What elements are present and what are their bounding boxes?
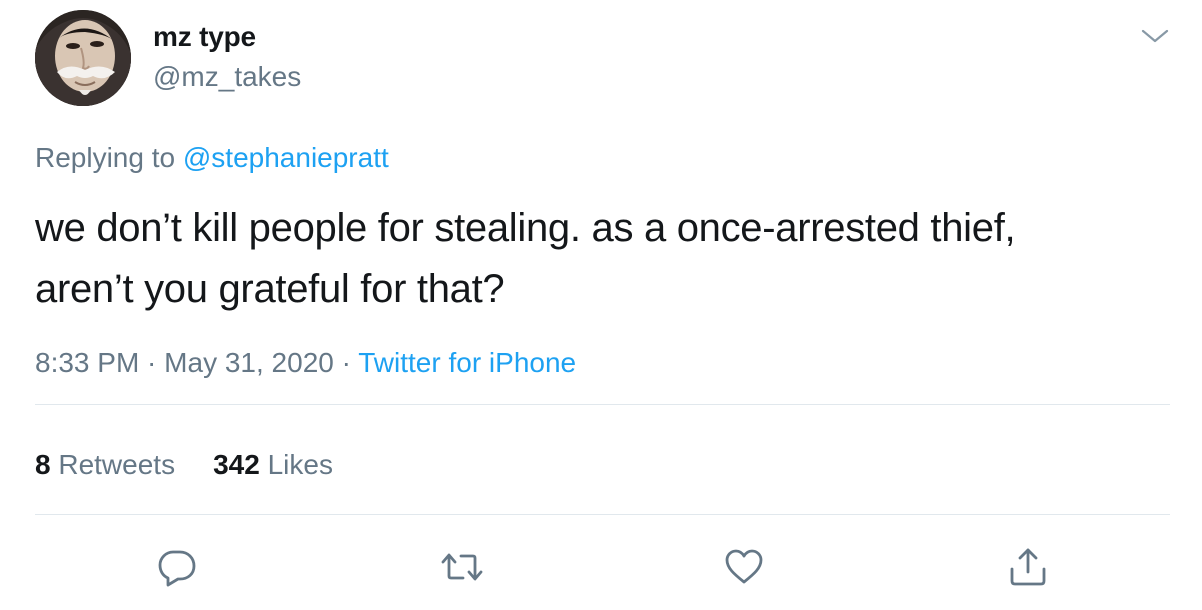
- tweet-time[interactable]: 8:33 PM: [35, 347, 139, 378]
- divider: [35, 404, 1170, 405]
- likes-stat[interactable]: 342 Likes: [213, 449, 333, 481]
- retweet-button[interactable]: [440, 545, 484, 589]
- tweet-card: mz type @mz_takes Replying to @stephanie…: [0, 0, 1202, 610]
- mask-avatar-image: [35, 10, 131, 106]
- replying-prefix: Replying to: [35, 142, 183, 173]
- like-button[interactable]: [722, 545, 766, 589]
- chevron-down-icon[interactable]: [1140, 26, 1170, 46]
- meta-separator: ·: [139, 347, 165, 378]
- tweet-stats: 8 Retweets 342 Likes: [35, 449, 333, 481]
- tweet-text: we don’t kill people for stealing. as a …: [35, 198, 1175, 320]
- tweet-date[interactable]: May 31, 2020: [164, 347, 334, 378]
- mention-link[interactable]: @stephaniepratt: [183, 142, 389, 173]
- meta-separator: ·: [333, 347, 359, 378]
- retweets-label: Retweets: [50, 449, 176, 480]
- divider: [35, 514, 1170, 515]
- replying-to: Replying to @stephaniepratt: [35, 142, 389, 174]
- tweet-text-line: aren’t you grateful for that?: [35, 267, 505, 311]
- tweet-text-line: we don’t kill people for stealing. as a …: [35, 206, 1016, 250]
- retweets-count: 8: [35, 449, 51, 480]
- retweets-stat[interactable]: 8 Retweets: [35, 449, 175, 481]
- like-icon: [725, 549, 763, 584]
- likes-label: Likes: [259, 449, 333, 480]
- share-button[interactable]: [1006, 545, 1050, 589]
- reply-button[interactable]: [155, 545, 199, 589]
- reply-icon: [158, 550, 196, 587]
- tweet-source[interactable]: Twitter for iPhone: [358, 347, 576, 378]
- likes-count: 342: [213, 449, 260, 480]
- user-handle[interactable]: @mz_takes: [153, 61, 301, 93]
- tweet-meta: 8:33 PM · May 31, 2020 · Twitter for iPh…: [35, 347, 576, 379]
- avatar[interactable]: [35, 10, 131, 106]
- display-name[interactable]: mz type: [153, 21, 256, 53]
- share-icon: [1010, 548, 1046, 586]
- retweet-icon: [441, 553, 483, 581]
